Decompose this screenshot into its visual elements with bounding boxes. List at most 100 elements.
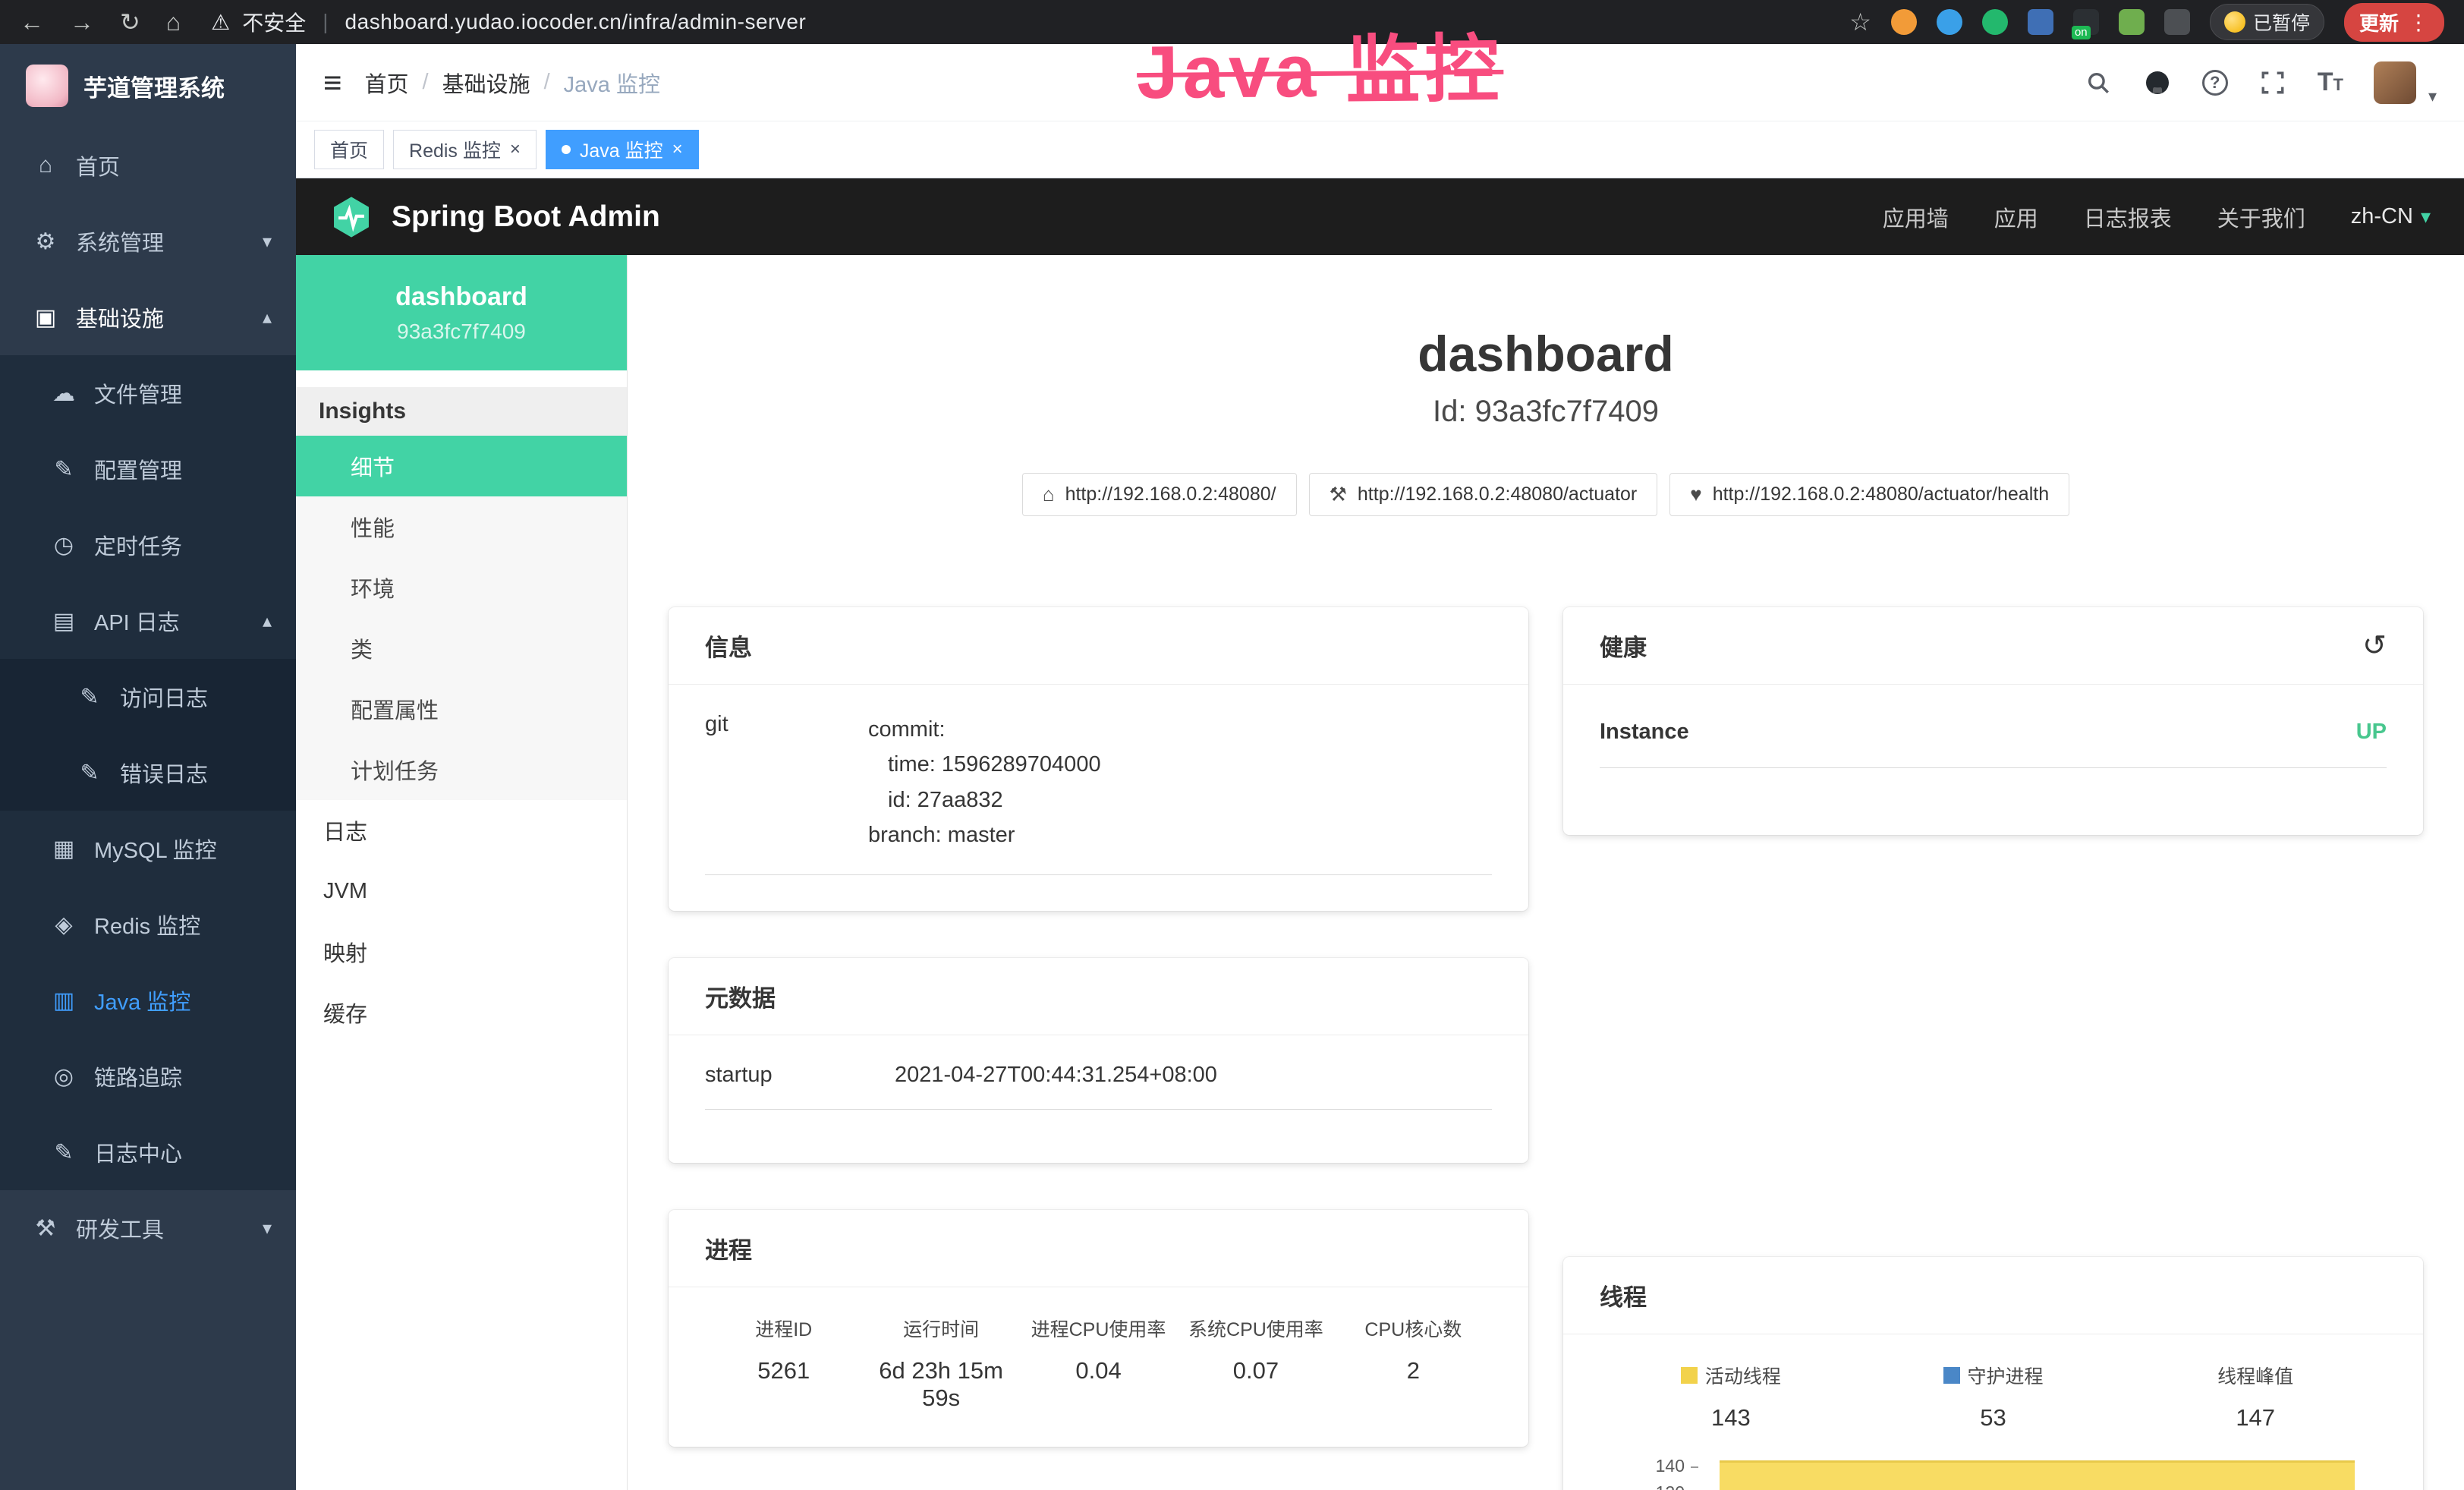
breadcrumb-infra[interactable]: 基础设施 — [442, 67, 530, 99]
locale-select[interactable]: zh-CN ▾ — [2351, 204, 2431, 229]
sidebar-item-api-log[interactable]: ▤ API 日志 ▴ — [0, 583, 296, 659]
sidebar-item-home[interactable]: ⌂ 首页 — [0, 128, 296, 203]
update-button[interactable]: 更新 ⋮ — [2344, 3, 2444, 42]
sba-item-caches[interactable]: 缓存 — [296, 982, 627, 1043]
redis-icon: ◈ — [50, 912, 77, 938]
sidebar-item-tracing[interactable]: ◎ 链路追踪 — [0, 1038, 296, 1114]
breadcrumb-home[interactable]: 首页 — [365, 67, 409, 99]
sidebar-item-file-manage[interactable]: ☁ 文件管理 — [0, 355, 296, 431]
chevron-down-icon: ▾ — [263, 1218, 272, 1240]
sba-item-details[interactable]: 细节 — [296, 436, 627, 496]
sba-nav-applications[interactable]: 应用 — [1994, 201, 2038, 233]
bookmark-star-icon[interactable]: ☆ — [1849, 8, 1871, 36]
brand-row: 芋道管理系统 — [0, 44, 296, 128]
sidebar-item-error-log[interactable]: ✎ 错误日志 — [0, 735, 296, 811]
sidebar-item-system[interactable]: ⚙ 系统管理 ▾ — [0, 203, 296, 279]
sba-sidebar: dashboard 93a3fc7f7409 Insights 细节 性能 环境… — [296, 255, 628, 1490]
sba-item-config-props[interactable]: 配置属性 — [296, 679, 627, 739]
fullscreen-icon[interactable] — [2258, 68, 2287, 97]
timer-icon: ◷ — [50, 532, 77, 559]
sba-app-id: 93a3fc7f7409 — [397, 320, 526, 344]
reload-icon[interactable]: ↻ — [120, 8, 140, 36]
health-card: 健康 ↺ Instance UP — [1563, 607, 2423, 835]
sidebar-item-label: API 日志 — [94, 605, 180, 637]
sba-item-metrics[interactable]: 性能 — [296, 496, 627, 557]
sidebar-item-redis-monitor[interactable]: ◈ Redis 监控 — [0, 887, 296, 962]
github-icon[interactable] — [2143, 68, 2172, 97]
paused-badge[interactable]: 已暂停 — [2210, 4, 2324, 40]
sidebar-item-cron[interactable]: ◷ 定时任务 — [0, 507, 296, 583]
tab-label: 首页 — [330, 136, 368, 163]
sidebar-item-config-manage[interactable]: ✎ 配置管理 — [0, 431, 296, 507]
metadata-card: 元数据 startup 2021-04-27T00:44:31.254+08:0… — [669, 958, 1528, 1163]
back-icon[interactable]: ← — [20, 8, 44, 36]
sba-item-jvm[interactable]: JVM — [296, 861, 627, 921]
sba-item-scheduled-tasks[interactable]: 计划任务 — [296, 739, 627, 800]
edit-icon: ✎ — [76, 760, 103, 786]
sidebar-item-java-monitor[interactable]: ▥ Java 监控 — [0, 962, 296, 1038]
avatar-caret-icon[interactable]: ▾ — [2428, 87, 2437, 106]
address-bar[interactable]: ⚠ 不安全 | dashboard.yudao.iocoder.cn/infra… — [211, 7, 806, 37]
sba-app-name: dashboard — [395, 282, 527, 312]
extension-grid-icon[interactable] — [2028, 9, 2053, 35]
sidebar-item-label: Java 监控 — [94, 984, 190, 1016]
sba-nav-journal[interactable]: 日志报表 — [2084, 201, 2172, 233]
metric-value: 5261 — [705, 1357, 862, 1384]
close-icon[interactable]: × — [672, 139, 683, 160]
metric-label: 系统CPU使用率 — [1177, 1315, 1334, 1342]
sidebar-item-label: 配置管理 — [94, 453, 182, 485]
extension-fox-icon[interactable] — [1891, 9, 1917, 35]
sidebar-item-infra[interactable]: ▣ 基础设施 ▴ — [0, 279, 296, 355]
sba-app-block[interactable]: dashboard 93a3fc7f7409 — [296, 255, 627, 370]
help-icon[interactable]: ? — [2202, 70, 2228, 96]
tab-home[interactable]: 首页 — [314, 130, 384, 169]
browser-home-icon[interactable]: ⌂ — [166, 8, 181, 36]
extension-switch-icon[interactable]: on — [2073, 9, 2099, 35]
sidebar-item-access-log[interactable]: ✎ 访问日志 — [0, 659, 296, 735]
extension-drop-icon[interactable] — [1937, 9, 1962, 35]
extension-leaf-icon[interactable] — [2119, 9, 2145, 35]
extension-y-icon[interactable] — [1982, 9, 2008, 35]
health-instance-label: Instance — [1600, 720, 1689, 745]
tab-label: Java 监控 — [580, 136, 663, 163]
close-icon[interactable]: × — [510, 139, 521, 160]
security-label[interactable]: 不安全 — [242, 7, 306, 37]
instance-links: ⌂ http://192.168.0.2:48080/ ⚒ http://192… — [628, 473, 2464, 516]
service-url-link[interactable]: ⌂ http://192.168.0.2:48080/ — [1022, 473, 1297, 516]
health-row-instance[interactable]: Instance UP — [1600, 720, 2387, 768]
sba-item-logs[interactable]: 日志 — [296, 800, 627, 861]
sba-nav-wallboard[interactable]: 应用墙 — [1883, 201, 1949, 233]
hamburger-icon[interactable]: ≡ — [323, 65, 342, 101]
url-text[interactable]: dashboard.yudao.iocoder.cn/infra/admin-s… — [345, 10, 807, 34]
sidebar-item-label: 定时任务 — [94, 529, 182, 561]
sba-item-classes[interactable]: 类 — [296, 618, 627, 679]
edit-icon: ✎ — [50, 456, 77, 483]
tab-redis-monitor[interactable]: Redis 监控 × — [393, 130, 537, 169]
sidebar-item-label: MySQL 监控 — [94, 833, 217, 865]
home-icon: ⌂ — [1043, 483, 1055, 506]
threads-card: 线程 活动线程 143 — [1563, 1257, 2423, 1490]
sba-item-environment[interactable]: 环境 — [296, 557, 627, 618]
card-title: 元数据 — [705, 979, 776, 1013]
browser-menu-icon[interactable]: ⋮ — [2408, 10, 2429, 35]
sba-nav-about[interactable]: 关于我们 — [2217, 201, 2305, 233]
legend-live-threads: 活动线程 143 — [1600, 1362, 1862, 1432]
sidebar-item-log-center[interactable]: ✎ 日志中心 — [0, 1114, 296, 1190]
forward-icon[interactable]: → — [70, 8, 94, 36]
tab-java-monitor[interactable]: Java 监控 × — [546, 130, 699, 169]
sba-group-insights: Insights — [296, 387, 627, 436]
extension-puzzle-icon[interactable] — [2164, 9, 2190, 35]
search-icon[interactable] — [2084, 68, 2113, 97]
health-url-link[interactable]: ♥ http://192.168.0.2:48080/actuator/heal… — [1669, 473, 2069, 516]
metric-label: 进程CPU使用率 — [1020, 1315, 1177, 1342]
font-size-icon[interactable]: TT — [2318, 68, 2343, 97]
actuator-url-link[interactable]: ⚒ http://192.168.0.2:48080/actuator — [1309, 473, 1658, 516]
info-line: branch: master — [868, 817, 1101, 852]
sba-item-mappings[interactable]: 映射 — [296, 921, 627, 982]
history-icon[interactable]: ↺ — [2362, 632, 2387, 660]
sidebar-item-dev-tools[interactable]: ⚒ 研发工具 ▾ — [0, 1190, 296, 1266]
sidebar-item-label: 研发工具 — [76, 1212, 164, 1244]
avatar[interactable] — [2374, 61, 2416, 104]
metric-pid: 进程ID 5261 — [705, 1315, 862, 1412]
sidebar-item-mysql-monitor[interactable]: ▦ MySQL 监控 — [0, 811, 296, 887]
